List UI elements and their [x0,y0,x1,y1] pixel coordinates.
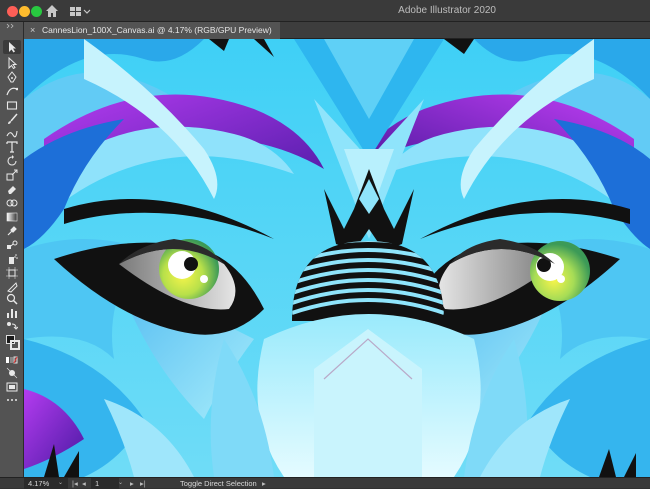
symbol-sprayer-tool-icon[interactable] [3,252,21,266]
shape-builder-tool-icon[interactable] [3,196,21,210]
app-title: Adobe Illustrator 2020 [398,5,496,16]
status-bar: 4.17% ⌄ |◂ ◂ 1 ⌄ ▸ ▸| Toggle Direct Sele… [0,477,650,489]
swap-colors-icon[interactable] [3,320,21,334]
paintbrush-tool-icon[interactable] [3,112,21,126]
rotate-tool-icon[interactable] [3,154,21,168]
first-artboard-icon[interactable]: |◂ [72,478,78,489]
blend-tool-icon[interactable] [3,238,21,252]
title-bar: Adobe Illustrator 2020 [0,0,650,22]
edit-toolbar-icon[interactable] [3,396,21,410]
shaper-tool-icon[interactable] [3,126,21,140]
lion-artwork [24,39,650,477]
type-tool-icon[interactable] [3,140,21,154]
toolbar-collapse-icon[interactable] [3,22,21,30]
zoom-level-value: 4.17% [28,479,50,488]
document-tab-bar: × CannesLion_100X_Canvas.ai @ 4.17% (RGB… [24,22,650,39]
scale-tool-icon[interactable] [3,168,21,182]
curvature-tool-icon[interactable] [3,84,21,98]
last-artboard-icon[interactable]: ▸| [140,478,146,489]
document-tab-label: CannesLion_100X_Canvas.ai @ 4.17% (RGB/G… [42,25,272,35]
next-artboard-icon[interactable]: ▸ [130,478,134,489]
eyedropper-tool-icon[interactable] [3,224,21,238]
zoom-dropdown-icon[interactable]: ⌄ [58,478,63,489]
gradient-tool-icon[interactable] [3,210,21,224]
tools-panel [0,22,24,477]
pen-tool-icon[interactable] [3,70,21,84]
close-tab-icon[interactable]: × [30,22,35,39]
artboard-dropdown-icon[interactable]: ⌄ [118,478,123,489]
status-tool-hint[interactable]: Toggle Direct Selection [180,478,257,489]
eraser-tool-icon[interactable] [3,182,21,196]
document-tab[interactable]: × CannesLion_100X_Canvas.ai @ 4.17% (RGB… [24,22,280,39]
rectangle-tool-icon[interactable] [3,98,21,112]
draw-mode-icon[interactable] [3,366,21,380]
status-menu-arrow-icon[interactable]: ▸ [262,478,266,489]
direct-selection-tool-icon[interactable] [3,56,21,70]
artboard-tool-icon[interactable] [3,266,21,280]
fill-stroke-icon[interactable] [3,334,21,352]
selection-tool-icon[interactable] [3,40,21,54]
artboard-number-value: 1 [95,479,100,488]
artboard-number-field[interactable]: 1 [91,478,119,489]
column-graph-tool-icon[interactable] [3,306,21,320]
artboard-canvas[interactable] [24,39,650,477]
zoom-tool-icon[interactable] [3,292,21,306]
screen-mode-icon[interactable] [3,380,21,394]
previous-artboard-icon[interactable]: ◂ [82,478,86,489]
